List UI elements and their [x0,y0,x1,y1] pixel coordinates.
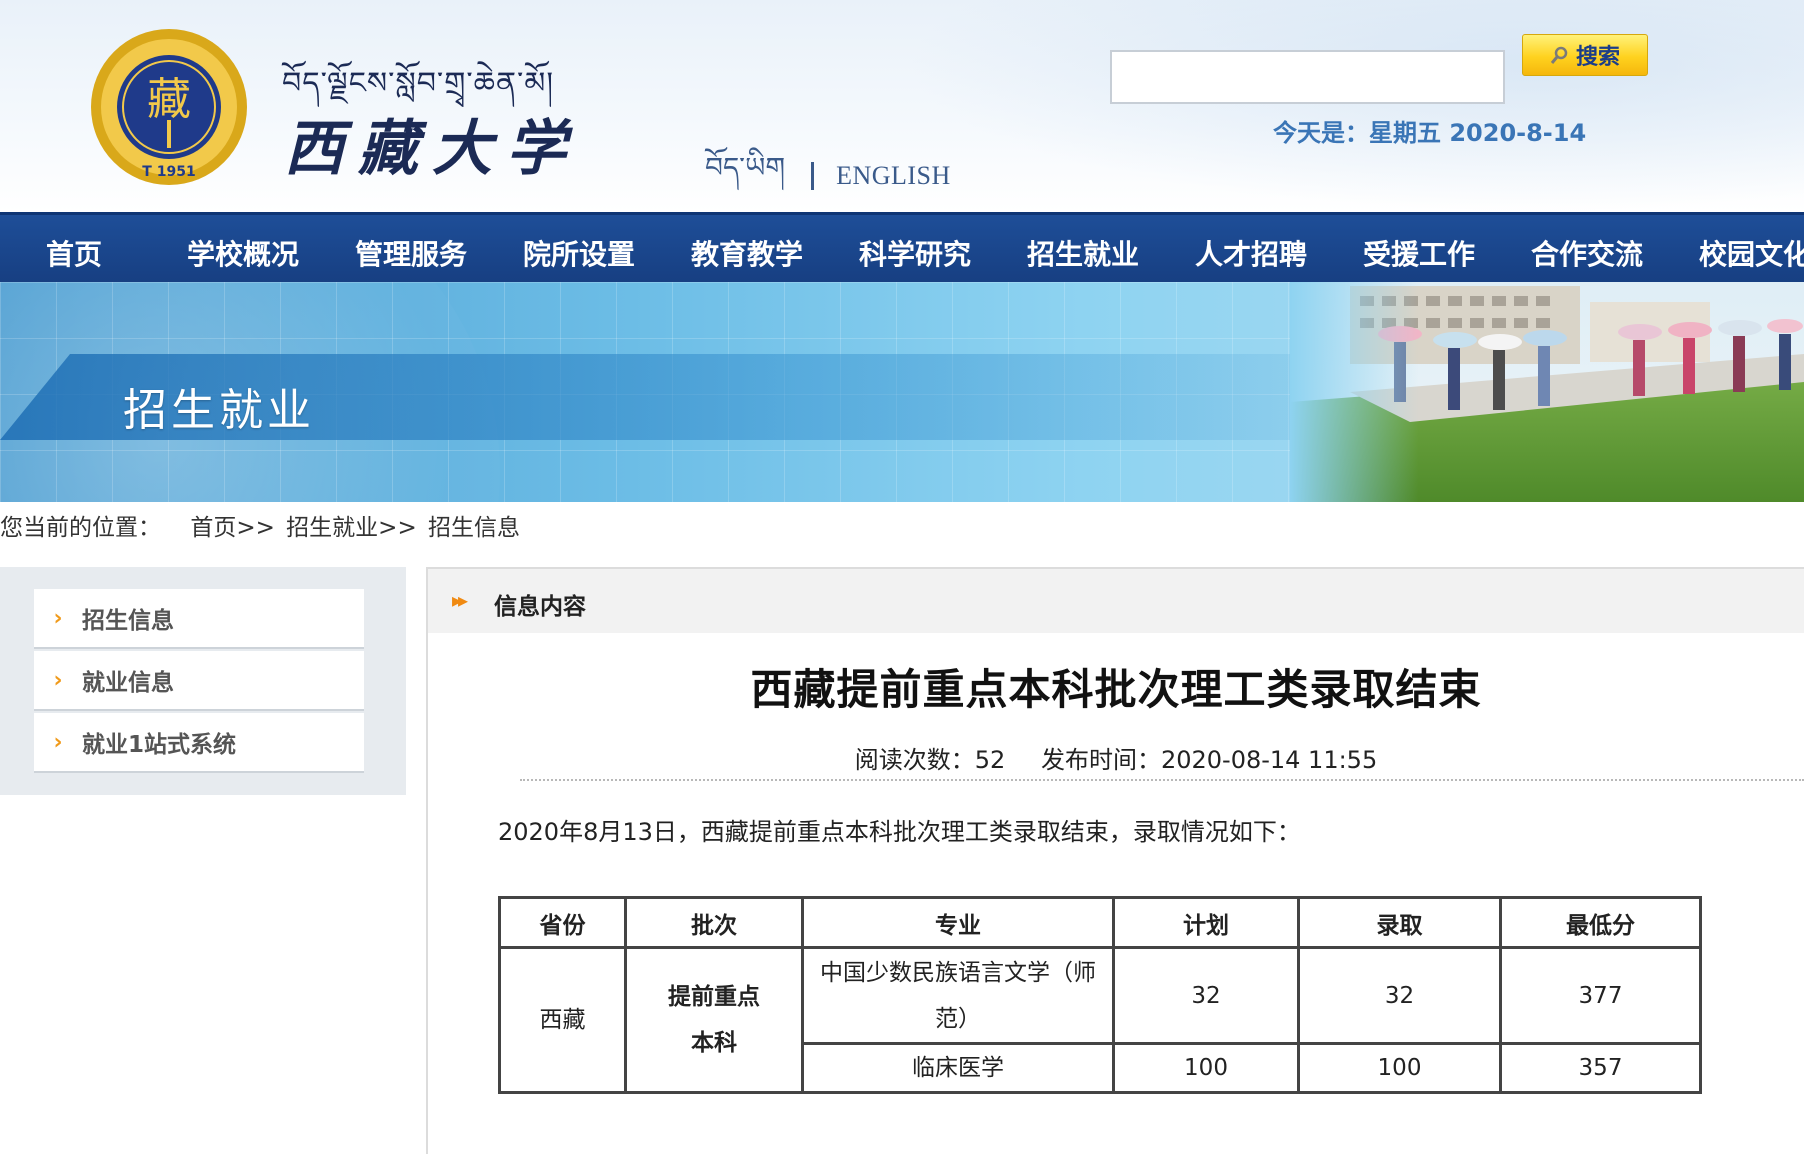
breadcrumb: 您当前的位置： 首页>> 招生就业>> 招生信息 [0,508,524,542]
table-header-row: 省份 批次 专业 计划 录取 最低分 [498,896,1702,949]
seal-character: 藏 [147,74,191,125]
nav-item-research[interactable]: 科学研究 [859,233,971,273]
nav-item-management[interactable]: 管理服务 [355,233,467,273]
site-header: 藏 T 1951 བོད་ལྗོངས་སློབ་གྲྭ་ཆེན་མོ། 西藏大学… [0,0,1804,212]
breadcrumb-home[interactable]: 首页>> [190,515,275,541]
table-row: 西藏 提前重点 本科 中国少数民族语言文学（师 范） 32 32 377 [498,946,1702,1094]
chevron-right-icon: › [53,667,63,693]
column-header-province: 省份 [498,896,627,949]
publish-time: 发布时间：2020-08-14 11:55 [1040,746,1378,774]
meta-divider [520,779,1804,781]
sidebar-item-label: 招生信息 [82,608,174,634]
search-button-label: 搜索 [1575,45,1620,70]
admission-results-table: 省份 批次 专业 计划 录取 最低分 西藏 提前重点 本科 中国少数民族语言文学… [498,896,1702,1094]
cell-province: 西藏 [498,946,627,1094]
cell-admitted: 32 [1297,946,1502,1045]
cell-major: 中国少数民族语言文学（师 范） [801,946,1115,1045]
sidebar-item-label: 就业1站式系统 [82,732,237,758]
nav-item-admissions[interactable]: 招生就业 [1027,233,1139,273]
site-title: 西藏大学 [284,114,580,184]
nav-item-colleges[interactable]: 院所设置 [523,233,635,273]
breadcrumb-prefix: 您当前的位置： [0,515,161,541]
content-section-title: 信息内容 [494,594,586,620]
sidebar-item-label: 就业信息 [82,670,174,696]
banner-title: 招生就业 [123,385,315,436]
cell-admitted: 100 [1297,1042,1502,1094]
language-separator [811,161,815,190]
article-meta: 阅读次数：52 发布时间：2020-08-14 11:55 [428,740,1804,775]
chevron-right-icon: › [53,729,63,755]
cell-plan: 100 [1112,1042,1300,1094]
campus-photo [1290,282,1804,502]
magnifier-icon [1550,46,1568,64]
tibetan-language-link[interactable]: བོད་ཡིག [705,136,785,212]
cell-batch: 提前重点 本科 [624,946,804,1094]
column-header-batch: 批次 [624,896,804,949]
header-background [904,0,1804,212]
content-header: ▸▸ 信息内容 [428,569,1804,633]
read-count: 阅读次数：52 [854,746,1006,774]
current-date: 今天是：星期五 2020-8-14 [1273,119,1587,147]
cell-min-score: 377 [1499,946,1702,1045]
nav-item-about[interactable]: 学校概况 [187,233,299,273]
section-banner: 招生就业 [0,282,1804,502]
sidebar-item-employment-system[interactable]: › 就业1站式系统 [34,713,364,773]
column-header-plan: 计划 [1112,896,1300,949]
double-arrow-right-icon: ▸▸ [452,588,468,612]
cell-plan: 32 [1112,946,1300,1045]
language-links: བོད་ཡིག ENGLISH [705,136,951,212]
nav-item-recruitment[interactable]: 人才招聘 [1195,233,1307,273]
breadcrumb-admissions[interactable]: 招生就业>> [286,515,417,541]
nav-item-education[interactable]: 教育教学 [691,233,803,273]
batch-line: 本科 [691,1030,737,1056]
column-header-major: 专业 [801,896,1115,949]
english-language-link[interactable]: ENGLISH [836,161,951,191]
breadcrumb-admission-info[interactable]: 招生信息 [428,515,520,541]
column-header-admitted: 录取 [1297,896,1502,949]
nav-item-home[interactable]: 首页 [46,233,102,273]
column-header-min-score: 最低分 [1499,896,1702,949]
sidebar-item-employment-info[interactable]: › 就业信息 [34,651,364,711]
seal-year: T 1951 [142,164,195,180]
major-line: 范） [935,1005,981,1032]
cell-major: 临床医学 [801,1042,1115,1094]
chevron-right-icon: › [53,605,63,631]
search-button[interactable]: 搜索 [1522,34,1648,76]
article-title: 西藏提前重点本科批次理工类录取结束 [750,665,1482,714]
nav-item-campus-culture[interactable]: 校园文化 [1699,233,1804,273]
sidebar: › 招生信息 › 就业信息 › 就业1站式系统 [0,567,406,795]
main-navigation: 首页 学校概况 管理服务 院所设置 教育教学 科学研究 招生就业 人才招聘 受援… [0,212,1804,282]
nav-item-aid-work[interactable]: 受援工作 [1363,233,1475,273]
university-seal-logo[interactable]: 藏 T 1951 [88,26,250,188]
nav-item-cooperation[interactable]: 合作交流 [1531,233,1643,273]
search-input[interactable] [1110,50,1505,104]
sidebar-item-admission-info[interactable]: › 招生信息 [34,589,364,649]
cell-min-score: 357 [1499,1042,1702,1094]
batch-line: 提前重点 [668,984,760,1010]
article-intro: 2020年8月13日，西藏提前重点本科批次理工类录取结束，录取情况如下： [498,818,1301,846]
major-line: 中国少数民族语言文学（师 [820,959,1096,986]
